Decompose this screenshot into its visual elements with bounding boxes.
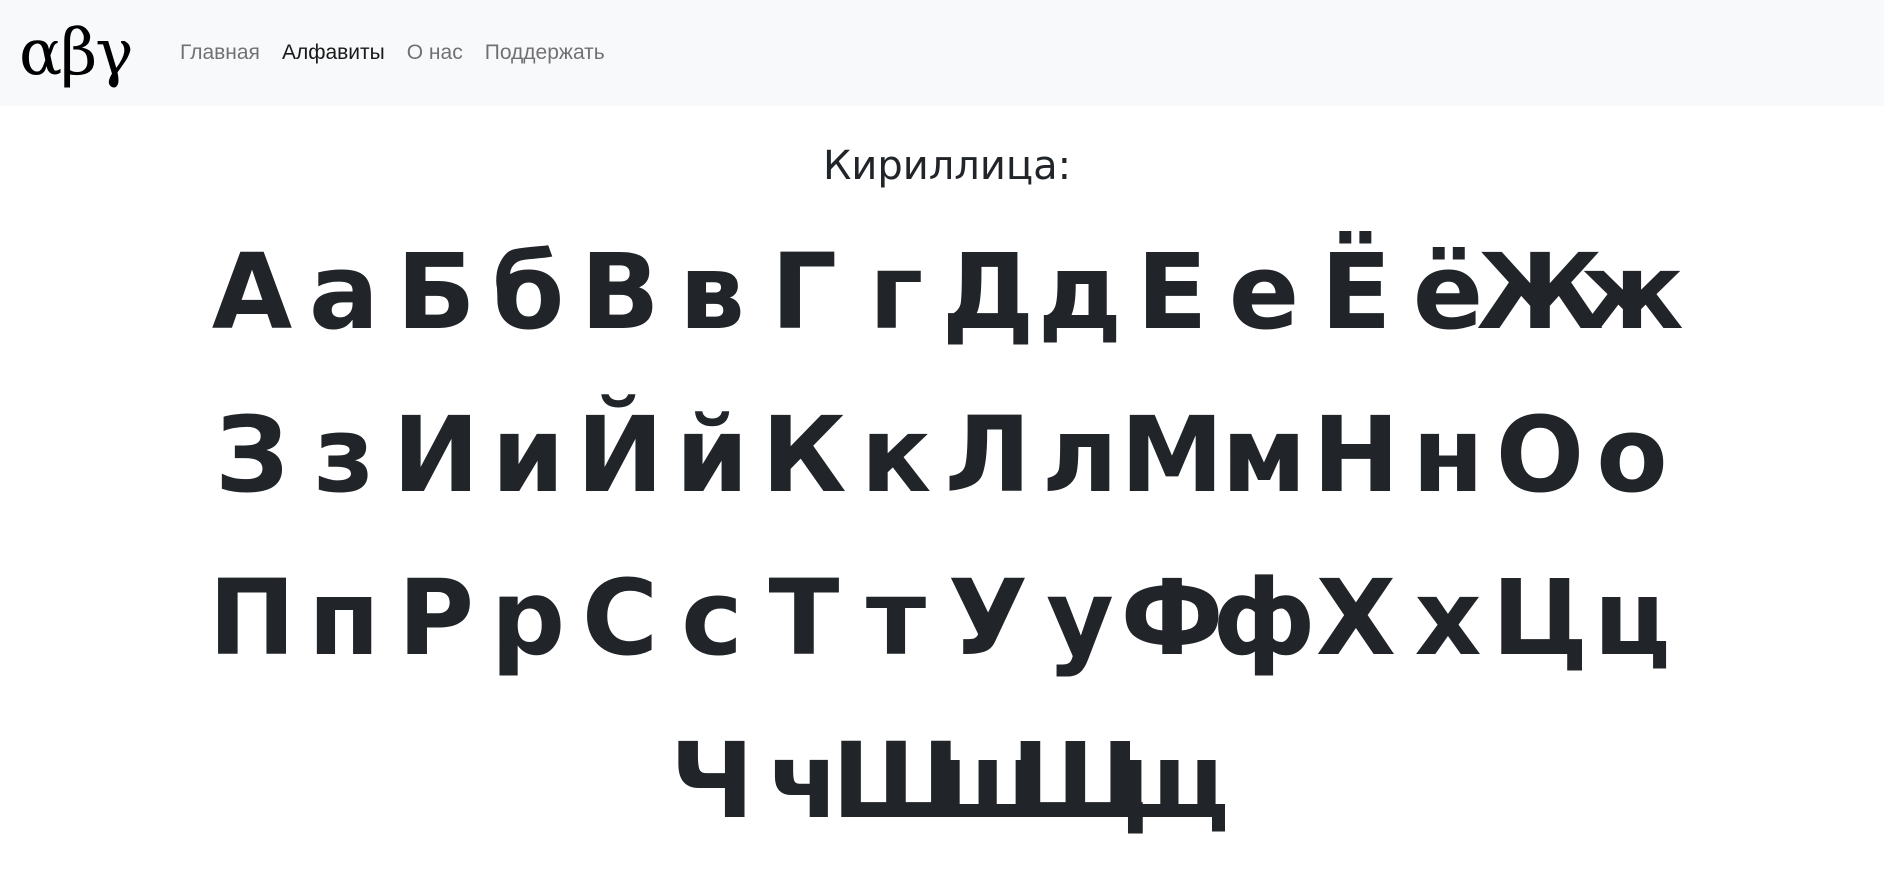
letter-card[interactable]: З	[206, 373, 298, 536]
letter-card[interactable]: б	[482, 210, 574, 373]
letter-card[interactable]: С	[574, 536, 666, 699]
letter-card[interactable]: п	[298, 536, 390, 699]
letter-card[interactable]: Й	[574, 373, 666, 536]
letter-card[interactable]: в	[666, 210, 758, 373]
letter-card[interactable]: м	[1218, 373, 1310, 536]
letter-card[interactable]: з	[298, 373, 390, 536]
letter-card[interactable]: Ф	[1120, 536, 1223, 699]
letter-card[interactable]: р	[482, 536, 574, 699]
letter-card[interactable]: Н	[1310, 373, 1402, 536]
letter-card[interactable]: Е	[1126, 210, 1218, 373]
letter-card[interactable]: у	[1034, 536, 1126, 699]
letter-card[interactable]: е	[1218, 210, 1310, 373]
alphabet-grid: АаБбВвГгДдЕеЁёЖжЗзИиЙйКкЛлМмНнОоПпРрСсТт…	[200, 210, 1684, 862]
letter-card[interactable]: Б	[390, 210, 482, 373]
nav-link-support[interactable]: Поддержать	[485, 41, 605, 65]
page-title: Кириллица:	[822, 143, 1072, 189]
letter-card[interactable]: У	[942, 536, 1034, 699]
letter-card[interactable]: г	[850, 210, 942, 373]
letter-card[interactable]: О	[1494, 373, 1586, 536]
letter-card[interactable]: К	[758, 373, 850, 536]
letter-card[interactable]: Р	[390, 536, 482, 699]
nav-link-home[interactable]: Главная	[180, 41, 260, 65]
letter-card[interactable]: с	[666, 536, 758, 699]
letter-card[interactable]: ф	[1212, 536, 1315, 699]
letter-card[interactable]: и	[482, 373, 574, 536]
letter-card[interactable]: к	[850, 373, 942, 536]
letter-card[interactable]: Г	[758, 210, 850, 373]
letter-card[interactable]: й	[666, 373, 758, 536]
letter-card[interactable]: Ж	[1476, 210, 1603, 373]
letter-card[interactable]: Ш	[832, 699, 960, 862]
letter-card[interactable]: А	[206, 210, 298, 373]
letter-card[interactable]: П	[206, 536, 298, 699]
letter-card[interactable]: н	[1402, 373, 1494, 536]
letter-card[interactable]: Ё	[1310, 210, 1402, 373]
letter-card[interactable]: Ц	[1492, 536, 1588, 699]
letter-card[interactable]: Л	[942, 373, 1034, 536]
letter-card[interactable]: Х	[1310, 536, 1402, 699]
letter-card[interactable]: о	[1586, 373, 1678, 536]
letter-card[interactable]: М	[1120, 373, 1224, 536]
letter-card[interactable]: Т	[758, 536, 850, 699]
navbar: αβγ Главная Алфавиты О нас Поддержать	[0, 0, 1884, 106]
letter-card[interactable]: ц	[1586, 536, 1678, 699]
letter-card[interactable]: щ	[1115, 699, 1230, 862]
nav-links: Главная Алфавиты О нас Поддержать	[180, 0, 627, 106]
brand-logo[interactable]: αβγ	[19, 8, 133, 98]
letter-card[interactable]: х	[1402, 536, 1494, 699]
nav-link-alphabets[interactable]: Алфавиты	[282, 41, 385, 65]
letter-card[interactable]: Ч	[666, 699, 758, 862]
letter-card[interactable]: л	[1034, 373, 1126, 536]
letter-card[interactable]: т	[850, 536, 942, 699]
letter-card[interactable]: а	[298, 210, 390, 373]
nav-link-about[interactable]: О нас	[407, 41, 463, 65]
letter-card[interactable]: Щ	[1011, 699, 1149, 862]
letter-card[interactable]: И	[390, 373, 482, 536]
letter-card[interactable]: Д	[942, 210, 1035, 373]
letter-card[interactable]: д	[1034, 210, 1126, 373]
letter-card[interactable]: В	[574, 210, 666, 373]
letter-card[interactable]: ж	[1580, 210, 1684, 373]
